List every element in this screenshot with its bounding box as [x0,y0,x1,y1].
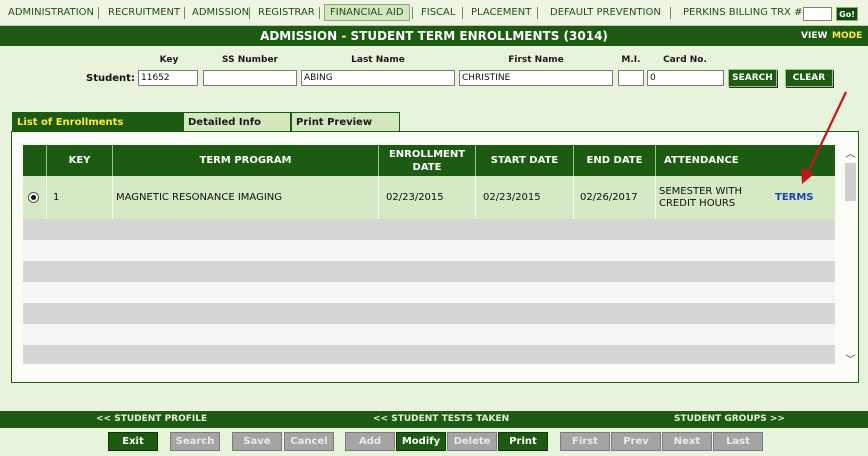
modify-button[interactable]: Modify [396,432,446,451]
search-button[interactable]: SEARCH [728,69,777,87]
related-links-bar: << STUDENT PROFILE << STUDENT TESTS TAKE… [0,411,868,428]
first-record-button[interactable]: First [560,432,610,451]
nav-default-prevention[interactable]: DEFAULT PREVENTION [550,6,661,20]
end-date-cell: 02/26/2017 [574,176,656,219]
last-name-input[interactable]: ABING [301,70,455,86]
nav-perkins-billing[interactable]: PERKINS BILLING [683,6,768,20]
student-label: Student: [86,73,135,84]
cancel-button[interactable]: Cancel [284,432,334,451]
select-column-header [23,145,47,176]
term-program-cell: MAGNETIC RESONANCE IMAGING [113,176,379,219]
end-date-column-header[interactable]: END DATE [574,145,656,176]
scroll-down-icon[interactable]: ﹀ [844,351,857,366]
start-date-cell: 02/23/2015 [476,176,574,219]
nav-separator [537,7,538,19]
attendance-column-header[interactable]: ATTENDANCE [656,145,835,176]
key-cell: 1 [47,176,113,219]
view-mode-toggle[interactable]: VIEW [801,26,827,46]
empty-table-row [23,345,835,364]
nav-registrar[interactable]: REGISTRAR [258,6,315,20]
key-input[interactable]: 11652 [138,70,198,86]
nav-financial-aid[interactable]: FINANCIAL AID [324,4,410,21]
scroll-up-icon[interactable]: ︿ [844,145,857,160]
nav-separator [462,7,463,19]
enrollment-date-cell: 02/23/2015 [379,176,476,219]
row-radio-button[interactable] [28,192,39,203]
table-row[interactable]: 1 MAGNETIC RESONANCE IMAGING 02/23/2015 … [23,176,835,219]
student-search-form: Key SS Number Last Name First Name M.I. … [0,46,868,96]
tab-print-preview[interactable]: Print Preview [291,112,400,132]
first-name-label: First Name [508,55,564,65]
action-toolbar: Exit Search Save Cancel Add Modify Delet… [0,428,868,456]
save-button[interactable]: Save [232,432,282,451]
nav-separator [670,7,671,19]
enrollments-panel: KEY TERM PROGRAM ENROLLMENT DATE START D… [11,131,859,383]
term-program-column-header[interactable]: TERM PROGRAM [113,145,379,176]
first-name-input[interactable]: CHRISTINE [459,70,613,86]
empty-table-row [23,261,835,282]
top-navigation: ADMINISTRATION RECRUITMENT ADMISSION REG… [0,0,868,26]
vertical-scrollbar[interactable]: ︿ ﹀ [844,145,857,375]
empty-table-row [23,240,835,261]
card-number-input[interactable]: 0 [647,70,724,86]
prev-record-button[interactable]: Prev [611,432,661,451]
trx-number-input[interactable] [803,7,832,21]
empty-table-row [23,219,835,240]
ss-number-input[interactable] [203,70,297,86]
delete-button[interactable]: Delete [447,432,497,451]
ss-number-label: SS Number [222,55,278,65]
last-record-button[interactable]: Last [713,432,763,451]
empty-table-row [23,324,835,345]
enrollment-date-column-header[interactable]: ENROLLMENT DATE [379,145,476,176]
student-groups-link[interactable]: STUDENT GROUPS >> [674,411,785,428]
nav-fiscal[interactable]: FISCAL [421,6,455,20]
nav-recruitment[interactable]: RECRUITMENT [108,6,180,20]
card-number-label: Card No. [663,55,707,65]
empty-table-row [23,282,835,303]
attendance-cell: SEMESTER WITH CREDIT HOURS [659,185,742,209]
add-button[interactable]: Add [345,432,395,451]
key-column-header[interactable]: KEY [47,145,113,176]
nav-separator [249,7,250,19]
scrollbar-thumb[interactable] [845,163,856,201]
title-bar: ADMISSION - STUDENT TERM ENROLLMENTS (30… [0,26,868,46]
terms-link[interactable]: TERMS [775,192,814,203]
page-title: ADMISSION - STUDENT TERM ENROLLMENTS (30… [260,29,608,43]
search-action-button[interactable]: Search [170,432,220,451]
nav-separator [412,7,413,19]
nav-separator [319,7,320,19]
go-button[interactable]: Go! [836,7,858,21]
edit-mode-toggle[interactable]: MODE [832,26,862,46]
nav-admission[interactable]: ADMISSION [192,6,249,20]
tab-detailed-info[interactable]: Detailed Info [183,112,291,132]
trx-label: TRX #: [771,7,806,18]
empty-table-row [23,303,835,324]
nav-placement[interactable]: PLACEMENT [471,6,531,20]
mi-input[interactable] [618,70,644,86]
mi-label: M.I. [621,55,641,65]
student-tests-taken-link[interactable]: << STUDENT TESTS TAKEN [373,411,509,428]
nav-separator [98,7,99,19]
exit-button[interactable]: Exit [108,432,158,451]
last-name-label: Last Name [351,55,405,65]
nav-separator [184,7,185,19]
print-button[interactable]: Print [498,432,548,451]
clear-button[interactable]: CLEAR [785,69,833,87]
row-select-cell[interactable] [23,176,47,219]
start-date-column-header[interactable]: START DATE [476,145,574,176]
next-record-button[interactable]: Next [662,432,712,451]
student-profile-link[interactable]: << STUDENT PROFILE [96,411,207,428]
nav-administration[interactable]: ADMINISTRATION [8,6,94,20]
key-label: Key [159,55,179,65]
tab-list-of-enrollments[interactable]: List of Enrollments [12,112,183,132]
table-header: KEY TERM PROGRAM ENROLLMENT DATE START D… [23,145,835,176]
